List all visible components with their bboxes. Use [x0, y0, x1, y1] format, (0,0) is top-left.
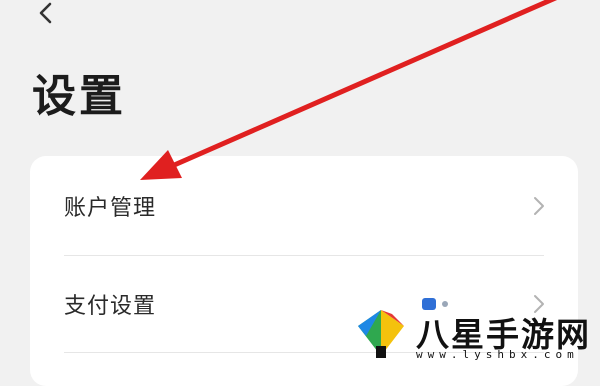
divider	[64, 352, 544, 353]
settings-item-label: 支付设置	[64, 294, 157, 319]
settings-item-account-management[interactable]: 账户管理	[30, 158, 578, 254]
settings-card: 账户管理 支付设置	[30, 156, 578, 386]
back-button[interactable]	[28, 0, 64, 30]
chevron-right-icon	[534, 295, 544, 313]
chevron-left-icon	[39, 2, 52, 24]
chevron-right-icon	[534, 197, 544, 215]
dot-icon	[442, 301, 448, 307]
payment-icon	[422, 298, 436, 310]
settings-item-payment-settings[interactable]: 支付设置	[30, 256, 578, 352]
payment-indicator	[422, 298, 448, 310]
page-title: 设置	[32, 71, 126, 122]
settings-item-label: 账户管理	[64, 196, 157, 221]
